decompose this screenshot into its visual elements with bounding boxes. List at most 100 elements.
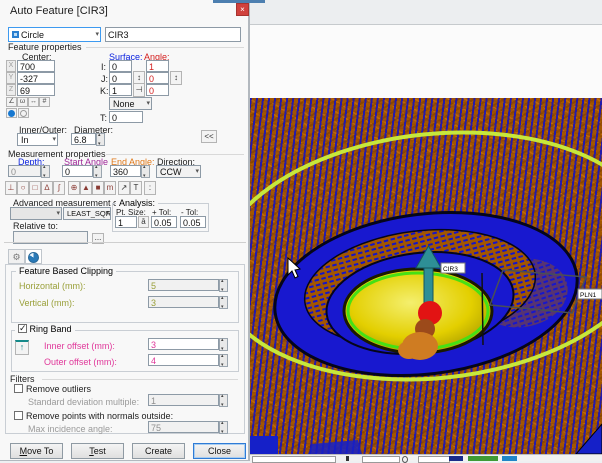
y-axis-button[interactable]: Y <box>6 72 16 84</box>
angle-j-field[interactable]: 0 <box>146 72 169 84</box>
model-patch-navy1 <box>250 436 278 454</box>
remove-outliers-label: Remove outliers <box>26 384 91 394</box>
align-vector-icon[interactable]: ⊣ <box>133 83 145 97</box>
center-x-field[interactable]: 700 <box>17 60 55 72</box>
remove-normals-label: Remove points with normals outside: <box>26 411 173 421</box>
angle-mode-icon[interactable]: ∠ <box>6 97 17 107</box>
peak-tool-icon[interactable]: ▲ <box>80 181 92 195</box>
ringband-legend-wrap: Ring Band <box>15 324 75 334</box>
spin-arrows-icon[interactable] <box>219 296 228 309</box>
alpha-button[interactable]: ā <box>138 216 149 228</box>
start-angle-spinner[interactable]: 0 <box>62 165 102 178</box>
pt-size-field[interactable]: 1 <box>115 216 137 228</box>
k-label: K: <box>100 86 109 96</box>
ringband-checkbox[interactable] <box>18 324 27 333</box>
target-tool-icon[interactable]: ⊕ <box>68 181 80 195</box>
grid-mode-icon[interactable]: # <box>39 97 50 107</box>
wave-mode-icon[interactable]: ω <box>17 97 28 107</box>
app-top-strip <box>250 0 602 25</box>
minus-tol-field[interactable]: 0.05 <box>180 216 206 228</box>
span-mode-icon[interactable]: ↔ <box>28 97 39 107</box>
spin-arrows-icon[interactable] <box>219 338 228 351</box>
create-button[interactable]: Create <box>132 443 185 459</box>
3d-viewport[interactable]: CIR3 PLN1 <box>250 98 602 454</box>
depth-spinner[interactable]: 0 <box>8 165 50 178</box>
horizontal-spinner[interactable]: 5 <box>148 279 228 292</box>
vertical-spinner[interactable]: 3 <box>148 296 228 309</box>
green-tool-icon[interactable] <box>468 456 498 461</box>
cir3-feature-tag[interactable]: CIR3 <box>441 263 465 273</box>
surface-k-field[interactable]: 1 <box>109 84 132 96</box>
feature-name-field[interactable]: CIR3 <box>105 27 241 42</box>
status-field-3[interactable] <box>418 456 450 463</box>
angle-i-field[interactable]: 1 <box>146 60 169 72</box>
t-field[interactable]: 0 <box>109 111 143 123</box>
max-incidence-spinner[interactable]: 75 <box>148 421 228 434</box>
circle-tool-icon[interactable]: ○ <box>17 181 29 195</box>
surface-i-field[interactable]: 0 <box>109 60 132 72</box>
tab-clipping[interactable] <box>25 249 42 264</box>
text-tool-icon[interactable]: T <box>130 181 142 195</box>
pie-clock-icon <box>28 252 39 263</box>
algorithm-combo[interactable]: LEAST_SQR <box>63 207 111 220</box>
status-field-1[interactable] <box>252 456 336 463</box>
inner-outer-combo[interactable]: In <box>17 133 58 146</box>
inner-offset-spinner[interactable]: 3 <box>148 338 228 351</box>
block-tool-icon[interactable]: ■ <box>92 181 104 195</box>
status-field-2[interactable] <box>362 456 400 463</box>
spin-arrows-icon[interactable] <box>96 133 105 146</box>
dots-tool-icon[interactable]: : <box>144 181 156 195</box>
theo-toggle-on-icon[interactable] <box>6 108 17 118</box>
spin-arrows-icon[interactable] <box>41 165 50 178</box>
close-button[interactable]: × <box>236 3 249 16</box>
tab-probe-settings[interactable]: ⚙ <box>8 249 25 264</box>
move-to-button[interactable]: Move To <box>10 443 63 459</box>
surface-j-field[interactable]: 0 <box>109 72 132 84</box>
pin-icon <box>346 456 349 461</box>
collapse-button[interactable]: << <box>201 130 217 143</box>
vector-tool-icon[interactable]: ↗ <box>118 181 130 195</box>
end-angle-spinner[interactable]: 360 <box>110 165 150 178</box>
divider <box>86 47 244 48</box>
center-y-field[interactable]: -327 <box>17 72 55 84</box>
cyan-tool-icon[interactable] <box>502 456 517 461</box>
offset-direction-icon[interactable]: ↑ <box>15 340 29 355</box>
spin-arrows-icon[interactable] <box>219 421 228 434</box>
angle-tool-icon[interactable]: ∆ <box>41 181 53 195</box>
theo-toggle-off-icon[interactable] <box>18 108 29 118</box>
graphics-white-band <box>250 25 602 98</box>
curve-tool-icon[interactable]: ∫ <box>53 181 65 195</box>
perpendicular-tool-icon[interactable]: ⊥ <box>5 181 17 195</box>
filter-combo[interactable] <box>10 207 62 220</box>
cad-scene: CIR3 PLN1 <box>250 98 602 454</box>
t-label: T: <box>100 113 107 123</box>
plus-tol-field[interactable]: 0.05 <box>151 216 177 228</box>
feature-type-combo[interactable]: Circle <box>8 27 101 42</box>
center-z-field[interactable]: 69 <box>17 84 55 96</box>
spin-arrows-icon[interactable] <box>141 165 150 178</box>
remove-normals-checkbox[interactable] <box>14 411 23 420</box>
z-axis-button[interactable]: Z <box>6 84 16 96</box>
diameter-spinner[interactable]: 6.8 <box>71 133 105 146</box>
columns-tool-icon[interactable]: m <box>104 181 116 195</box>
pln1-feature-tag[interactable]: PLN1 <box>578 289 602 299</box>
remove-outliers-checkbox[interactable] <box>14 384 23 393</box>
spin-arrows-icon[interactable] <box>219 354 228 367</box>
navy-tool-icon[interactable] <box>449 456 463 461</box>
circle-feature-icon <box>12 31 19 38</box>
flip-angle-icon[interactable]: ↕ <box>170 71 182 85</box>
spin-arrows-icon[interactable] <box>219 394 228 407</box>
outer-offset-label: Outer offset (mm): <box>44 357 117 367</box>
spin-arrows-icon[interactable] <box>219 279 228 292</box>
angle-k-field[interactable]: 0 <box>146 84 169 96</box>
outer-offset-spinner[interactable]: 4 <box>148 354 228 367</box>
spin-arrows-icon[interactable] <box>93 165 102 178</box>
test-button[interactable]: Test <box>71 443 124 459</box>
close-button-bottom[interactable]: Close <box>193 443 246 459</box>
x-axis-button[interactable]: X <box>6 60 16 72</box>
section-divider <box>4 242 246 243</box>
std-deviation-spinner[interactable]: 1 <box>148 394 228 407</box>
snap-combo[interactable]: None <box>109 97 152 110</box>
direction-combo[interactable]: CCW <box>156 165 201 178</box>
square-tool-icon[interactable]: □ <box>29 181 41 195</box>
